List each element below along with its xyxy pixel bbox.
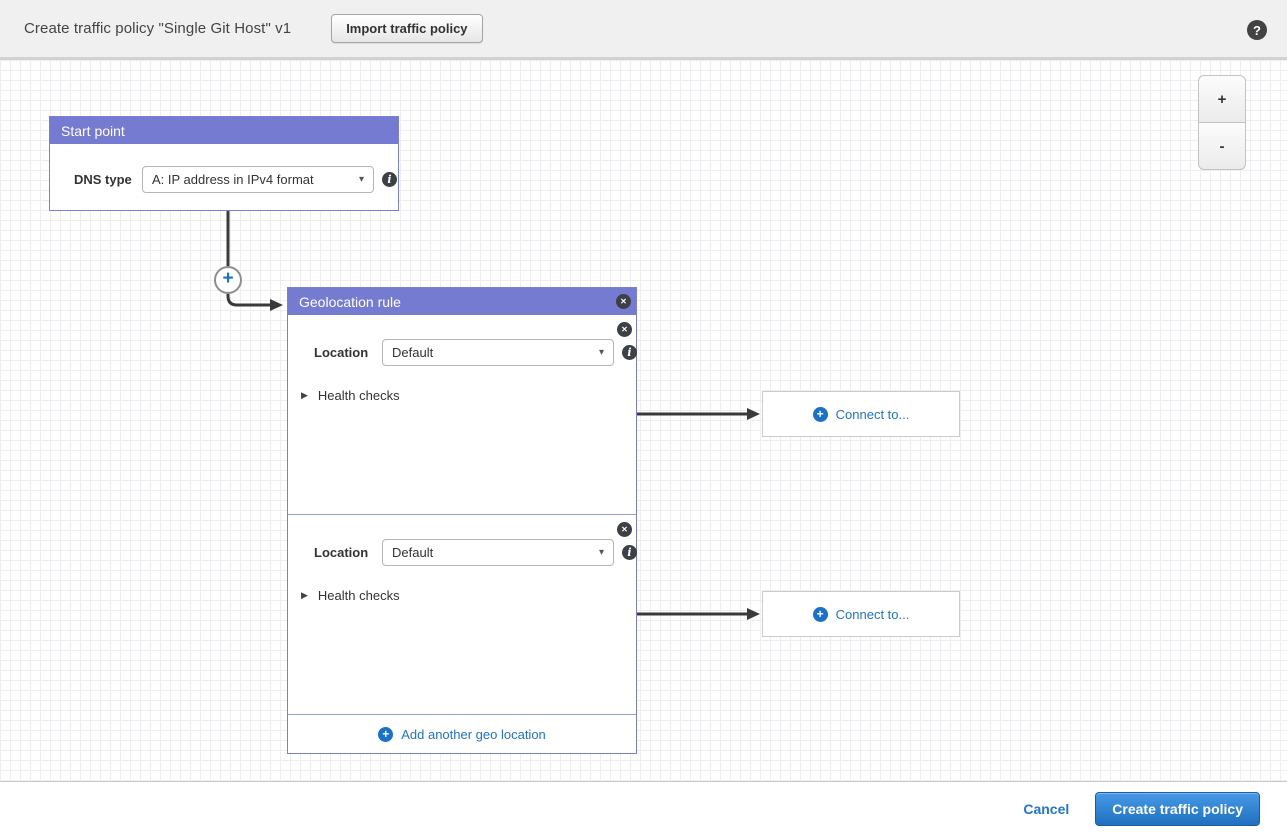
dns-type-row: DNS type A: IP address in IPv4 format ▾ … [50, 166, 398, 193]
import-traffic-policy-button[interactable]: Import traffic policy [331, 14, 482, 43]
geolocation-rule-header: Geolocation rule ✕ [288, 288, 636, 315]
geo-location-section: ✕ Location Default ▾ i ▶ Health checks [288, 515, 636, 715]
zoom-controls: + - [1198, 75, 1246, 170]
app: Create traffic policy "Single Git Host" … [0, 0, 1287, 836]
geo-rule-footer: + Add another geo location [288, 715, 636, 753]
connector-elbow-to-rule [228, 294, 270, 305]
location-label: Location [314, 345, 376, 360]
arrowhead-icon [747, 408, 760, 420]
close-icon[interactable]: ✕ [617, 522, 632, 537]
arrowhead-icon [270, 299, 283, 311]
location-selected-value: Default [392, 345, 433, 360]
health-checks-toggle[interactable]: ▶ Health checks [288, 588, 636, 603]
location-selected-value: Default [392, 545, 433, 560]
plus-circle-icon: + [813, 407, 828, 422]
connect-to-target-1[interactable]: + Connect to... [762, 391, 960, 437]
create-traffic-policy-button[interactable]: Create traffic policy [1095, 792, 1260, 826]
disclosure-triangle-icon: ▶ [301, 390, 308, 401]
topbar: Create traffic policy "Single Git Host" … [0, 0, 1287, 60]
disclosure-triangle-icon: ▶ [301, 590, 308, 601]
chevron-down-icon: ▾ [359, 174, 364, 185]
chevron-down-icon: ▾ [599, 547, 604, 558]
close-icon[interactable]: ✕ [616, 294, 631, 309]
page-title: Create traffic policy "Single Git Host" … [24, 20, 291, 37]
connect-to-label: Connect to... [836, 607, 910, 622]
zoom-in-button[interactable]: + [1198, 75, 1246, 123]
location-select[interactable]: Default ▾ [382, 539, 614, 566]
arrowhead-icon [747, 608, 760, 620]
location-row: Location Default ▾ i [288, 515, 636, 566]
location-row: Location Default ▾ i [288, 315, 636, 366]
connect-to-target-2[interactable]: + Connect to... [762, 591, 960, 637]
location-label: Location [314, 545, 376, 560]
connect-to-label: Connect to... [836, 407, 910, 422]
add-geo-location-link[interactable]: + Add another geo location [378, 727, 546, 742]
info-icon[interactable]: i [382, 172, 397, 187]
health-checks-toggle[interactable]: ▶ Health checks [288, 388, 636, 403]
start-point-node: Start point DNS type A: IP address in IP… [49, 116, 399, 211]
geo-location-section: ✕ Location Default ▾ i ▶ Health checks [288, 315, 636, 515]
geolocation-rule-title: Geolocation rule [299, 294, 401, 310]
zoom-out-button[interactable]: - [1198, 122, 1246, 170]
plus-circle-icon: + [813, 607, 828, 622]
dns-type-selected-value: A: IP address in IPv4 format [152, 172, 314, 187]
start-point-header: Start point [50, 117, 398, 144]
dns-type-label: DNS type [74, 172, 136, 187]
chevron-down-icon: ▾ [599, 347, 604, 358]
help-icon[interactable]: ? [1247, 20, 1267, 40]
geolocation-rule-node: Geolocation rule ✕ ✕ Location Default ▾ … [287, 287, 637, 754]
health-checks-label: Health checks [318, 588, 400, 603]
start-point-title: Start point [61, 123, 125, 139]
dns-type-select[interactable]: A: IP address in IPv4 format ▾ [142, 166, 374, 193]
policy-canvas: + - Start point DNS type A: IP address i… [0, 60, 1287, 782]
plus-circle-icon: + [378, 727, 393, 742]
info-icon[interactable]: i [622, 545, 637, 560]
health-checks-label: Health checks [318, 388, 400, 403]
add-rule-plus-button[interactable]: + [214, 266, 242, 294]
action-footer: Cancel Create traffic policy [0, 782, 1287, 836]
add-geo-location-label: Add another geo location [401, 727, 546, 742]
location-select[interactable]: Default ▾ [382, 339, 614, 366]
info-icon[interactable]: i [622, 345, 637, 360]
cancel-link[interactable]: Cancel [1023, 801, 1069, 817]
close-icon[interactable]: ✕ [617, 322, 632, 337]
